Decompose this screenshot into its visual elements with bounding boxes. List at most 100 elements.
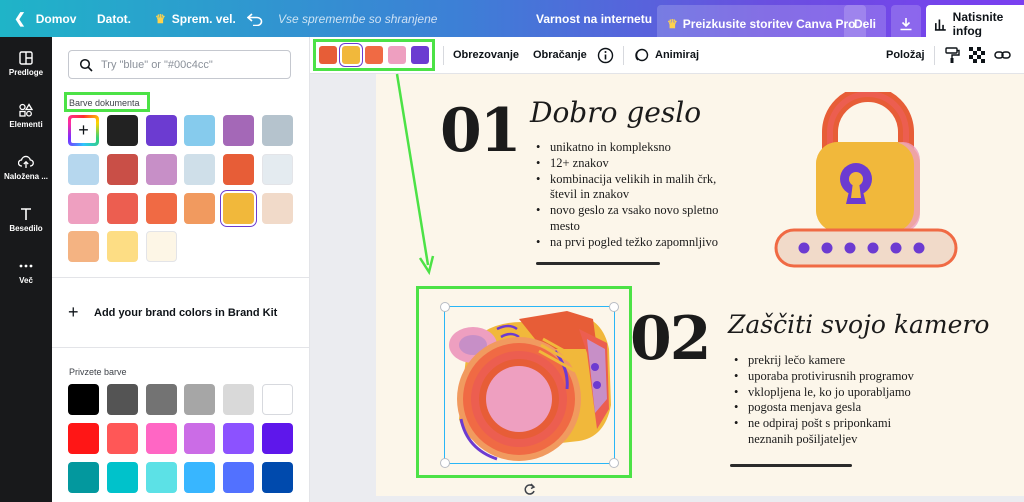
color-swatch[interactable]: [145, 231, 177, 263]
file-menu[interactable]: Datot.: [97, 0, 131, 37]
bullet-list: unikatno in kompleksno 12+ znakov kombin…: [536, 140, 718, 251]
undo-icon: [247, 12, 263, 26]
color-swatch[interactable]: [68, 422, 99, 454]
list-item: kombinacija velikih in malih črk,: [536, 172, 718, 188]
section-number: 02: [630, 304, 711, 374]
transparency-icon[interactable]: [969, 47, 985, 63]
color-swatch[interactable]: [145, 115, 177, 146]
bar-chart-icon: [934, 18, 946, 31]
color-swatch[interactable]: [262, 115, 293, 146]
color-swatch[interactable]: [106, 384, 138, 415]
color-swatch[interactable]: [68, 192, 99, 224]
color-swatch[interactable]: [106, 192, 138, 224]
color-swatch[interactable]: [262, 192, 293, 224]
color-panel: Try "blue" or "#00c4cc" Barve dokumenta …: [52, 37, 310, 502]
default-colors-label: Privzete barve: [69, 367, 127, 377]
color-swatch[interactable]: [223, 115, 255, 146]
color-swatch[interactable]: [68, 384, 99, 415]
crown-icon: ♛: [667, 16, 678, 31]
animate-button[interactable]: Animiraj: [655, 49, 699, 61]
design-title[interactable]: Varnost na internetu: [536, 0, 652, 37]
resize-button[interactable]: ♛ Sprem. vel.: [155, 0, 236, 37]
add-brand-colors[interactable]: + Add your brand colors in Brand Kit: [68, 302, 277, 323]
color-swatch[interactable]: [106, 153, 138, 185]
search-input[interactable]: Try "blue" or "#00c4cc": [101, 59, 213, 71]
list-item: ne odpiraj pošt s priponkami: [734, 416, 914, 432]
color-swatch[interactable]: [262, 153, 293, 185]
rail-uploads[interactable]: Naložena ...: [0, 155, 52, 181]
rail-more[interactable]: Več: [0, 259, 52, 285]
toolbar-color-swatch[interactable]: [365, 46, 383, 64]
color-search[interactable]: Try "blue" or "#00c4cc": [68, 50, 291, 79]
color-swatch[interactable]: [145, 192, 177, 224]
color-swatch[interactable]: [184, 153, 216, 185]
add-color-button[interactable]: +: [68, 115, 99, 146]
decorative-underline: [730, 464, 852, 467]
resize-handle[interactable]: [609, 302, 619, 312]
color-swatch[interactable]: [184, 422, 216, 454]
rotate-icon[interactable]: [523, 483, 536, 496]
upload-icon: [18, 155, 34, 168]
color-swatch[interactable]: [68, 153, 99, 185]
color-swatch[interactable]: [106, 115, 138, 146]
link-icon[interactable]: [994, 48, 1011, 62]
download-icon: [900, 17, 912, 30]
toolbar-color-swatch[interactable]: [319, 46, 337, 64]
color-swatch[interactable]: [145, 422, 177, 454]
flip-button[interactable]: Obračanje: [533, 49, 587, 61]
color-swatch[interactable]: [106, 461, 138, 493]
toolbar-color-swatch[interactable]: [411, 46, 429, 64]
list-item: 12+ znakov: [536, 156, 718, 172]
resize-handle[interactable]: [440, 458, 450, 468]
list-item: mesto: [550, 218, 580, 233]
list-item: uporaba protivirusnih programov: [734, 369, 914, 385]
color-swatch[interactable]: [184, 115, 216, 146]
rail-elements[interactable]: Elementi: [0, 103, 52, 129]
color-swatch[interactable]: [184, 192, 216, 224]
rail-text[interactable]: Besedilo: [0, 207, 52, 233]
paint-roller-icon[interactable]: [945, 47, 960, 64]
divider: [934, 46, 935, 65]
selected-camera-element[interactable]: [440, 302, 619, 468]
document-colors-label: Barve dokumenta: [69, 98, 140, 108]
color-swatch[interactable]: [223, 153, 255, 185]
position-button[interactable]: Položaj: [886, 49, 925, 61]
color-swatch[interactable]: [68, 461, 99, 493]
color-swatch[interactable]: [223, 192, 255, 224]
bullet-list: prekrij lečo kamere uporaba protivirusni…: [734, 353, 914, 448]
color-swatch[interactable]: [184, 384, 216, 415]
shapes-icon: [19, 103, 34, 117]
toolbar-color-swatch[interactable]: [388, 46, 406, 64]
list-item: vklopljena le, ko jo uporabljamo: [734, 385, 914, 401]
animate-icon: [635, 48, 649, 62]
section-title: Zaščiti svojo kamero: [728, 310, 990, 339]
resize-handle[interactable]: [609, 458, 619, 468]
color-swatch[interactable]: [262, 384, 293, 415]
info-icon[interactable]: [597, 47, 614, 64]
more-icon: [19, 264, 33, 268]
color-swatch[interactable]: [145, 153, 177, 185]
color-swatch[interactable]: [106, 422, 138, 454]
color-swatch[interactable]: [184, 461, 216, 493]
color-swatch[interactable]: [68, 231, 99, 263]
resize-handle[interactable]: [440, 302, 450, 312]
undo-button[interactable]: [247, 0, 263, 37]
text-icon: [21, 208, 31, 220]
color-swatch[interactable]: [106, 231, 138, 263]
rail-templates[interactable]: Predloge: [0, 51, 52, 77]
divider: [52, 347, 310, 348]
color-swatch[interactable]: [262, 422, 293, 454]
list-item: unikatno in kompleksno: [536, 140, 718, 156]
divider: [52, 277, 310, 278]
list-item: novo geslo za vsako novo spletno: [536, 203, 718, 219]
toolbar-color-swatch[interactable]: [342, 46, 360, 64]
crop-button[interactable]: Obrezovanje: [453, 49, 519, 61]
color-swatch[interactable]: [145, 384, 177, 415]
color-swatch[interactable]: [223, 384, 255, 415]
color-swatch[interactable]: [145, 461, 177, 493]
color-swatch[interactable]: [262, 461, 293, 493]
home-button[interactable]: ❮ Domov: [14, 0, 76, 37]
color-swatch[interactable]: [223, 461, 255, 493]
color-swatch[interactable]: [223, 422, 255, 454]
left-rail: Predloge Elementi Naložena ... Besedilo …: [0, 37, 52, 502]
